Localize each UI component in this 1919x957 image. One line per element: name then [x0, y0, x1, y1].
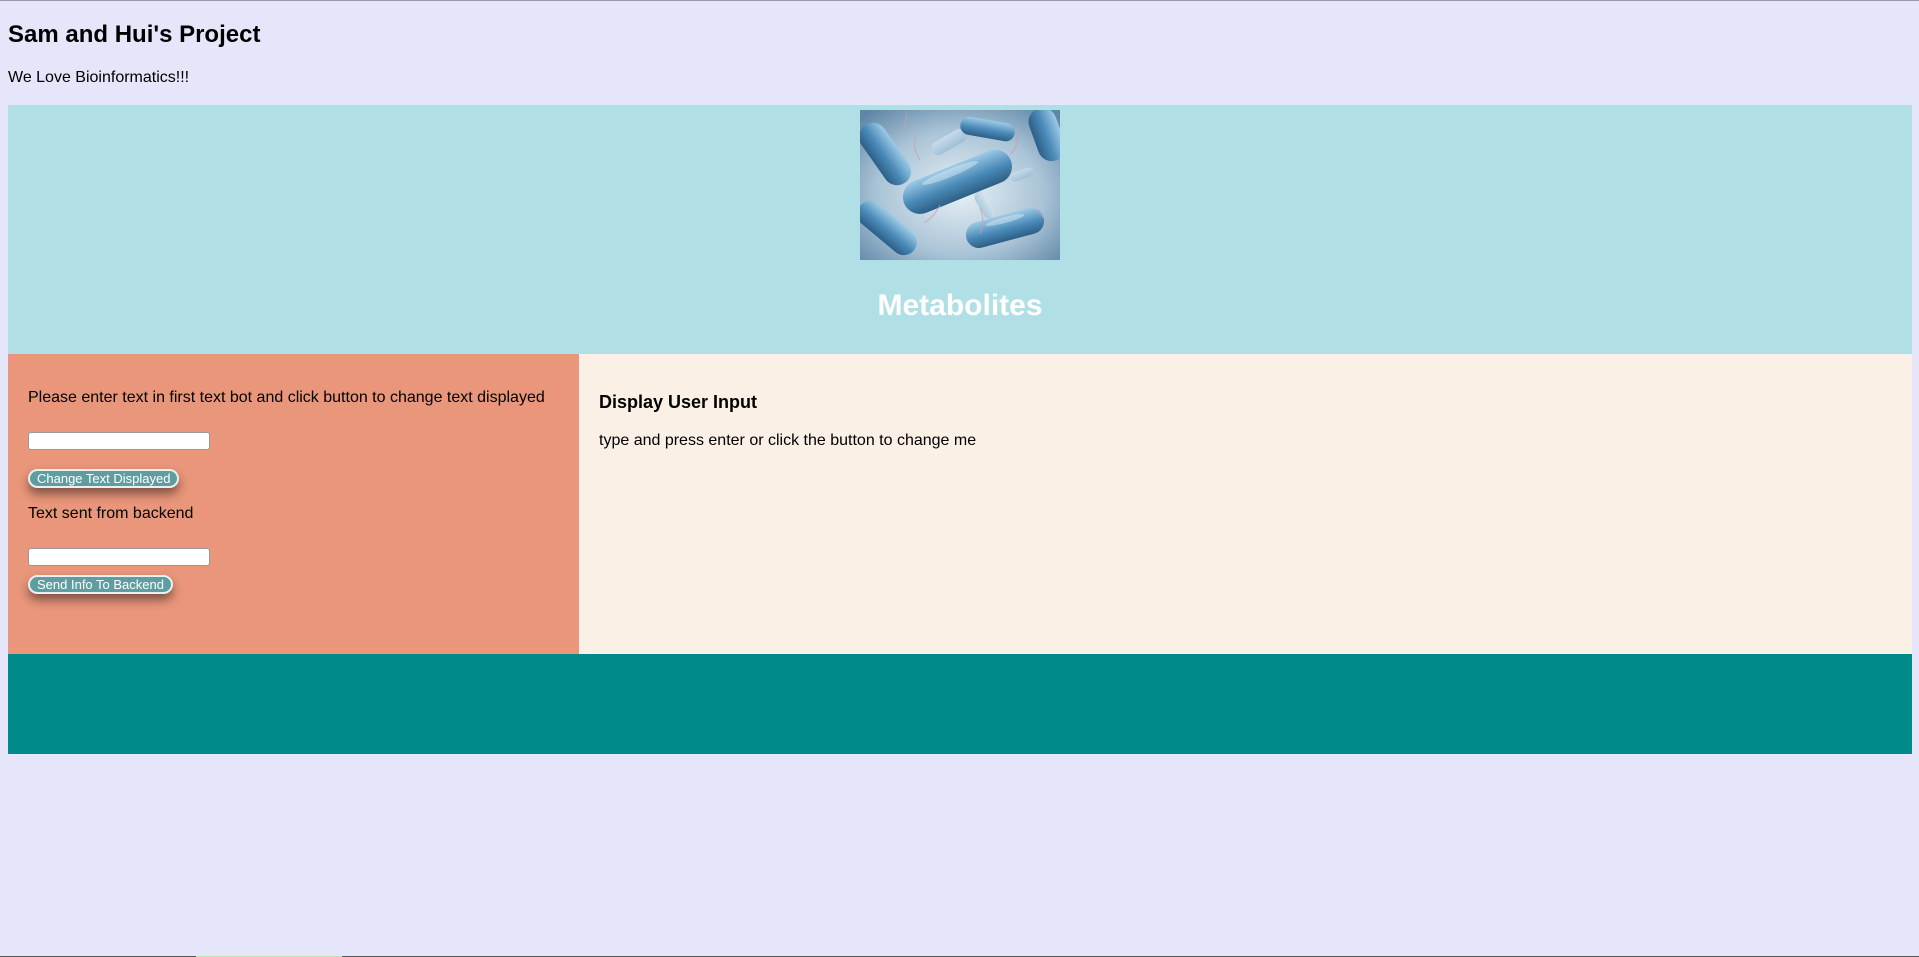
- change-text-button[interactable]: Change Text Displayed: [28, 469, 180, 488]
- backend-label: Text sent from backend: [28, 505, 194, 522]
- display-text-input[interactable]: [28, 432, 210, 450]
- hero-panel: Metabolites: [8, 105, 1912, 354]
- display-panel: Display User Input type and press enter …: [579, 354, 1912, 654]
- page-title: Sam and Hui's Project: [8, 21, 261, 48]
- instructions-text: Please enter text in first text bot and …: [28, 389, 545, 406]
- input-panel: Please enter text in first text bot and …: [8, 354, 579, 654]
- page-tagline: We Love Bioinformatics!!!: [8, 69, 190, 86]
- display-output-text: type and press enter or click the button…: [599, 432, 977, 449]
- bacteria-image: [860, 110, 1060, 260]
- display-heading: Display User Input: [599, 392, 758, 412]
- backend-text-input[interactable]: [28, 548, 210, 566]
- footer-panel: [8, 654, 1912, 754]
- hero-title: Metabolites: [877, 289, 1043, 322]
- send-to-backend-button[interactable]: Send Info To Backend: [28, 575, 173, 594]
